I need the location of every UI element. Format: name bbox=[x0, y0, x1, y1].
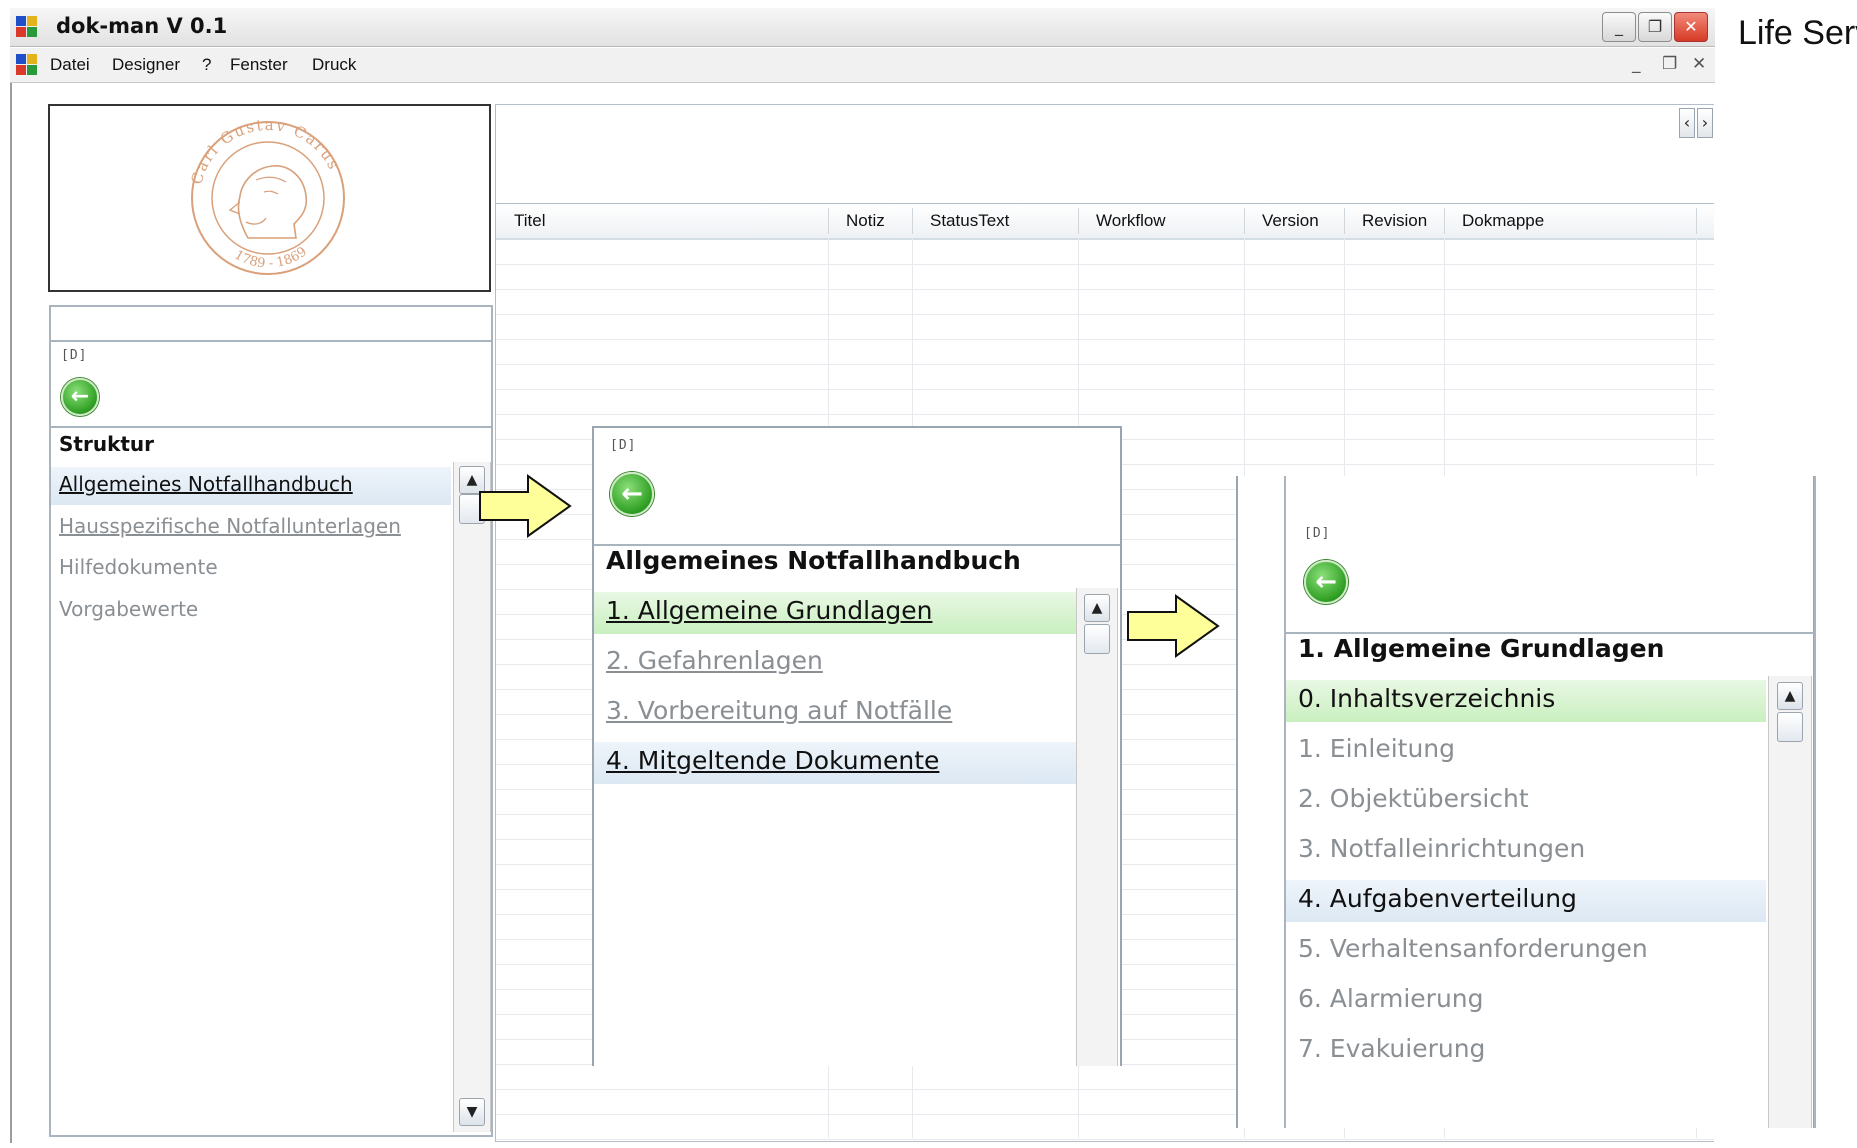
grid-toolbar-area bbox=[495, 104, 1714, 204]
scroll-up-button[interactable]: ▲ bbox=[1084, 594, 1110, 622]
sidebar-item-hausspezifisch[interactable]: Hausspezifische Notfallunterlagen bbox=[59, 514, 401, 538]
nav-item-mitgeltende-dokumente[interactable]: 4. Mitgeltende Dokumente bbox=[606, 746, 939, 775]
mdi-close-button[interactable]: ✕ bbox=[1692, 54, 1706, 74]
panel-title: 1. Allgemeine Grundlagen bbox=[1298, 634, 1665, 663]
grid-header: Titel Notiz StatusText Workflow Version … bbox=[496, 204, 1714, 240]
grid-row-line bbox=[496, 314, 1714, 315]
nav-item-notfalleinrichtungen[interactable]: 3. Notfalleinrichtungen bbox=[1298, 834, 1585, 863]
menu-help[interactable]: ? bbox=[202, 55, 211, 75]
tab-scroll-left-icon[interactable]: ‹ bbox=[1679, 108, 1695, 138]
sidebar-item-notfallhandbuch[interactable]: Allgemeines Notfallhandbuch bbox=[59, 472, 353, 496]
sidebar-header bbox=[49, 305, 493, 343]
nav-item-inhaltsverzeichnis[interactable]: 0. Inhaltsverzeichnis bbox=[1298, 684, 1555, 713]
menu-bar: Datei Designer ? Fenster Druck _ ❐ ✕ bbox=[10, 48, 1715, 83]
mdi-restore-button[interactable]: ❐ bbox=[1662, 54, 1677, 74]
menu-druck[interactable]: Druck bbox=[312, 55, 356, 75]
right-arrow-icon bbox=[479, 474, 572, 538]
column-titel[interactable]: Titel bbox=[514, 211, 546, 231]
d-label: [D] bbox=[1304, 526, 1331, 541]
d-label: [D] bbox=[61, 348, 88, 363]
panel-scrollbar[interactable]: ▲ bbox=[1768, 676, 1812, 1128]
column-dokmappe[interactable]: Dokmappe bbox=[1462, 211, 1544, 231]
menu-designer[interactable]: Designer bbox=[112, 55, 180, 75]
nav-item-gefahrenlagen[interactable]: 2. Gefahrenlagen bbox=[606, 646, 823, 675]
column-notiz[interactable]: Notiz bbox=[846, 211, 885, 231]
structure-panel: [D] ← Struktur Allgemeines Notfallhandbu… bbox=[49, 340, 493, 1137]
scroll-thumb[interactable] bbox=[1777, 712, 1803, 742]
corner-caption: Life Serv bbox=[1738, 14, 1857, 52]
nav-item-einleitung[interactable]: 1. Einleitung bbox=[1298, 734, 1455, 763]
grid-row-line bbox=[496, 264, 1714, 265]
scroll-down-button[interactable]: ▼ bbox=[459, 1098, 485, 1126]
nav-item-verhaltensanforderungen[interactable]: 5. Verhaltensanforderungen bbox=[1298, 934, 1648, 963]
column-revision[interactable]: Revision bbox=[1362, 211, 1427, 231]
window-title: dok-man V 0.1 bbox=[56, 14, 228, 38]
sidebar-item-vorgabewerte[interactable]: Vorgabewerte bbox=[59, 597, 198, 621]
nav-item-aufgabenverteilung[interactable]: 4. Aufgabenverteilung bbox=[1298, 884, 1577, 913]
nav-item-objektuebersicht[interactable]: 2. Objektübersicht bbox=[1298, 784, 1529, 813]
back-arrow-icon[interactable]: ← bbox=[61, 378, 99, 416]
logo-box: Carl Gustav Carus 1789 - 1869 bbox=[48, 104, 491, 292]
scroll-up-button[interactable]: ▲ bbox=[1777, 682, 1803, 710]
nav-item-alarmierung[interactable]: 6. Alarmierung bbox=[1298, 984, 1484, 1013]
carus-seal-logo: Carl Gustav Carus 1789 - 1869 bbox=[187, 116, 345, 275]
close-button[interactable]: ✕ bbox=[1674, 12, 1708, 42]
back-arrow-icon[interactable]: ← bbox=[610, 472, 654, 516]
d-label: [D] bbox=[610, 438, 637, 453]
back-arrow-icon[interactable]: ← bbox=[1304, 560, 1348, 604]
menu-fenster[interactable]: Fenster bbox=[230, 55, 288, 75]
restore-button[interactable]: ❐ bbox=[1638, 12, 1672, 42]
grundlagen-panel: [D] ← 1. Allgemeine Grundlagen 0. Inhalt… bbox=[1236, 476, 1816, 1128]
tab-scroll-right-icon[interactable]: › bbox=[1697, 108, 1713, 138]
column-statustext[interactable]: StatusText bbox=[930, 211, 1009, 231]
column-version[interactable]: Version bbox=[1262, 211, 1319, 231]
panel-scrollbar[interactable]: ▲ bbox=[1076, 588, 1118, 1066]
grid-row-line bbox=[496, 339, 1714, 340]
sidebar-item-hilfedokumente[interactable]: Hilfedokumente bbox=[59, 555, 218, 579]
nav-item-evakuierung[interactable]: 7. Evakuierung bbox=[1298, 1034, 1485, 1063]
nav-item-vorbereitung[interactable]: 3. Vorbereitung auf Notfälle bbox=[606, 696, 952, 725]
panel-title: Allgemeines Notfallhandbuch bbox=[606, 546, 1021, 575]
right-arrow-icon bbox=[1127, 594, 1220, 658]
grid-row-line bbox=[496, 364, 1714, 365]
minimize-button[interactable]: _ bbox=[1602, 12, 1636, 42]
grid-row-line bbox=[496, 289, 1714, 290]
grid-row-line bbox=[496, 414, 1714, 415]
sidebar-scrollbar[interactable]: ▲ ▼ bbox=[453, 462, 491, 1132]
grid-row-line bbox=[496, 389, 1714, 390]
grid-row-line bbox=[496, 1139, 1714, 1140]
mdi-minimize-button[interactable]: _ bbox=[1632, 54, 1641, 74]
mdi-app-icon bbox=[16, 54, 38, 76]
app-icon bbox=[16, 16, 38, 38]
nav-item-allgemeine-grundlagen[interactable]: 1. Allgemeine Grundlagen bbox=[606, 596, 932, 625]
title-bar: dok-man V 0.1 _ ❐ ✕ bbox=[10, 8, 1715, 47]
structure-title: Struktur bbox=[59, 432, 155, 456]
notfallhandbuch-panel: [D] ← Allgemeines Notfallhandbuch 1. All… bbox=[592, 426, 1122, 1066]
menu-datei[interactable]: Datei bbox=[50, 55, 90, 75]
column-workflow[interactable]: Workflow bbox=[1096, 211, 1166, 231]
scroll-thumb[interactable] bbox=[1084, 624, 1110, 654]
